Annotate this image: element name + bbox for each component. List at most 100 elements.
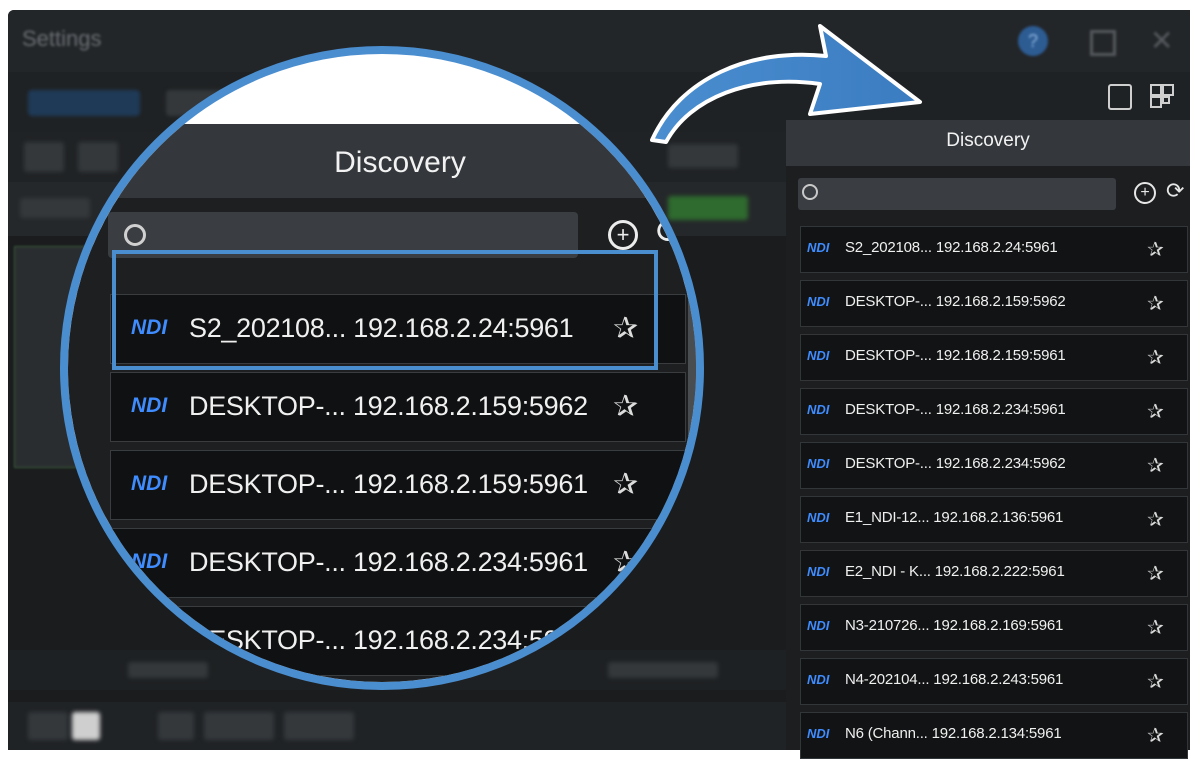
source-row[interactable]: NDI DESKTOP-... 192.168.2.159:5962 ✰ <box>800 280 1188 327</box>
source-label: DESKTOP-... 192.168.2.234:5962 <box>189 625 588 656</box>
pin-icon[interactable]: ✰ <box>1147 723 1164 748</box>
magnified-source-row[interactable]: NDI DESKTOP-... 192.168.2.234:5961 ✰ <box>110 528 686 598</box>
footer-button[interactable] <box>158 712 194 740</box>
source-label: DESKTOP-... 192.168.2.234:5961 <box>189 547 588 578</box>
source-row[interactable]: NDI N3-210726... 192.168.2.169:5961 ✰ <box>800 604 1188 651</box>
source-row[interactable]: NDI E2_NDI - K... 192.168.2.222:5961 ✰ <box>800 550 1188 597</box>
pin-icon[interactable]: ✰ <box>613 467 638 502</box>
source-row[interactable]: NDI N4-202104... 192.168.2.243:5961 ✰ <box>800 658 1188 705</box>
help-icon[interactable]: ? <box>1018 26 1048 56</box>
source-address: 192.168.2.159:5961 <box>935 347 1066 364</box>
source-address: 192.168.2.234:5961 <box>935 401 1066 418</box>
source-label: DESKTOP-... 192.168.2.234:5961 <box>845 401 1066 418</box>
source-name: E1_NDI-12... <box>845 509 930 526</box>
ndi-badge: NDI <box>131 394 168 417</box>
source-name: N3-210726... <box>845 617 930 634</box>
ndi-badge: NDI <box>807 294 830 309</box>
window-title: Settings <box>22 26 102 51</box>
ndi-badge: NDI <box>807 564 830 579</box>
pin-icon[interactable]: ✰ <box>613 623 638 658</box>
pin-icon[interactable]: ✰ <box>613 389 638 424</box>
pin-icon[interactable]: ✰ <box>613 545 638 580</box>
source-address: 192.168.2.134:5961 <box>931 725 1062 742</box>
footer-toolbar <box>8 702 788 750</box>
source-label: N6 (Chann... 192.168.2.134:5961 <box>845 725 1062 742</box>
export-icon[interactable] <box>1108 84 1132 110</box>
refresh-icon[interactable]: ⟳ <box>1166 178 1184 204</box>
source-name: DESKTOP-... <box>845 347 932 364</box>
source-address: 192.168.2.24:5961 <box>935 239 1058 256</box>
source-address: 192.168.2.234:5962 <box>935 455 1066 472</box>
pin-icon[interactable]: ✰ <box>1147 399 1164 424</box>
source-label: DESKTOP-... 192.168.2.159:5962 <box>845 293 1066 310</box>
search-input[interactable] <box>798 178 1116 210</box>
ndi-badge: NDI <box>807 240 830 255</box>
source-label: N4-202104... 192.168.2.243:5961 <box>845 671 1063 688</box>
source-row[interactable]: NDI DESKTOP-... 192.168.2.234:5962 ✰ <box>800 442 1188 489</box>
control-block[interactable] <box>24 142 64 172</box>
magnified-source-row[interactable]: NDI DESKTOP-... 192.168.2.234:5962 ✰ <box>110 606 686 676</box>
source-address: 192.168.2.136:5961 <box>933 509 1064 526</box>
source-address: 192.168.2.159:5962 <box>935 293 1066 310</box>
footer-button[interactable] <box>72 712 100 740</box>
source-label: E2_NDI - K... 192.168.2.222:5961 <box>845 563 1065 580</box>
footer-button[interactable] <box>28 712 68 740</box>
source-address: 192.168.2.234:5962 <box>352 625 588 655</box>
close-icon[interactable]: ✕ <box>1150 26 1180 56</box>
ndi-badge: NDI <box>807 402 830 417</box>
pin-icon[interactable]: ✰ <box>1147 507 1164 532</box>
search-icon <box>802 184 818 200</box>
source-label: E1_NDI-12... 192.168.2.136:5961 <box>845 509 1063 526</box>
pin-icon[interactable]: ✰ <box>1147 669 1164 694</box>
source-name: DESKTOP-... <box>189 469 346 499</box>
pin-icon[interactable]: ✰ <box>1147 615 1164 640</box>
source-address: 192.168.2.222:5961 <box>934 563 1065 580</box>
source-address: 192.168.2.159:5961 <box>352 469 588 499</box>
pin-icon[interactable]: ✰ <box>1147 345 1164 370</box>
add-circle-icon[interactable]: + <box>608 220 638 250</box>
source-address: 192.168.2.159:5962 <box>352 391 588 421</box>
source-name: S2_202108... <box>845 239 932 256</box>
magnified-title: Discovery <box>334 146 466 179</box>
magnified-source-row[interactable]: NDI DESKTOP-... 192.168.2.159:5961 ✰ <box>110 450 686 520</box>
magnified-discovery: Discovery + ⟳ NDI S2_202108... 192.168.2.… <box>68 54 696 682</box>
source-label: DESKTOP-... 192.168.2.159:5961 <box>189 469 588 500</box>
pin-icon[interactable]: ✰ <box>1147 561 1164 586</box>
ndi-badge: NDI <box>807 672 830 687</box>
source-row[interactable]: NDI DESKTOP-... 192.168.2.234:5961 ✰ <box>800 388 1188 435</box>
ndi-badge: NDI <box>131 550 168 573</box>
footer-button[interactable] <box>204 712 274 740</box>
source-address: 192.168.2.234:5961 <box>352 547 588 577</box>
source-row[interactable]: NDI E1_NDI-12... 192.168.2.136:5961 ✰ <box>800 496 1188 543</box>
qr-code-icon[interactable] <box>1150 84 1174 108</box>
source-name: DESKTOP-... <box>845 293 932 310</box>
source-name: DESKTOP-... <box>189 391 346 421</box>
source-name: N6 (Chann... <box>845 725 928 742</box>
source-row[interactable]: NDI N6 (Chann... 192.168.2.134:5961 ✰ <box>800 712 1188 759</box>
ndi-badge: NDI <box>807 510 830 525</box>
source-name: N4-202104... <box>845 671 930 688</box>
discovery-panel: Discovery + ⟳ NDI S2_202108... 192.168.2.… <box>786 120 1190 759</box>
pin-icon[interactable]: ✰ <box>1147 453 1164 478</box>
source-address: 192.168.2.169:5961 <box>933 617 1064 634</box>
ndi-badge: NDI <box>807 456 830 471</box>
ndi-badge: NDI <box>807 618 830 633</box>
source-name: DESKTOP-... <box>189 625 346 655</box>
source-label: DESKTOP-... 192.168.2.159:5961 <box>845 347 1066 364</box>
refresh-icon[interactable]: ⟳ <box>656 212 685 252</box>
source-label: DESKTOP-... 192.168.2.159:5962 <box>189 391 588 422</box>
highlight-box <box>112 250 658 370</box>
pin-icon[interactable]: ✰ <box>1147 237 1164 262</box>
source-label: DESKTOP-... 192.168.2.234:5962 <box>845 455 1066 472</box>
source-row[interactable]: NDI S2_202108... 192.168.2.24:5961 ✰ <box>800 226 1188 273</box>
source-row[interactable]: NDI DESKTOP-... 192.168.2.159:5961 ✰ <box>800 334 1188 381</box>
footer-button[interactable] <box>284 712 354 740</box>
add-circle-icon[interactable]: + <box>1134 182 1156 204</box>
source-label: N3-210726... 192.168.2.169:5961 <box>845 617 1063 634</box>
ndi-badge: NDI <box>131 472 168 495</box>
source-address: 192.168.2.243:5961 <box>933 671 1064 688</box>
pin-icon[interactable]: ✰ <box>1147 291 1164 316</box>
maximize-icon[interactable] <box>1090 30 1116 56</box>
magnified-source-row[interactable]: NDI DESKTOP-... 192.168.2.159:5962 ✰ <box>110 372 686 442</box>
source-name: E2_NDI - K... <box>845 563 931 580</box>
